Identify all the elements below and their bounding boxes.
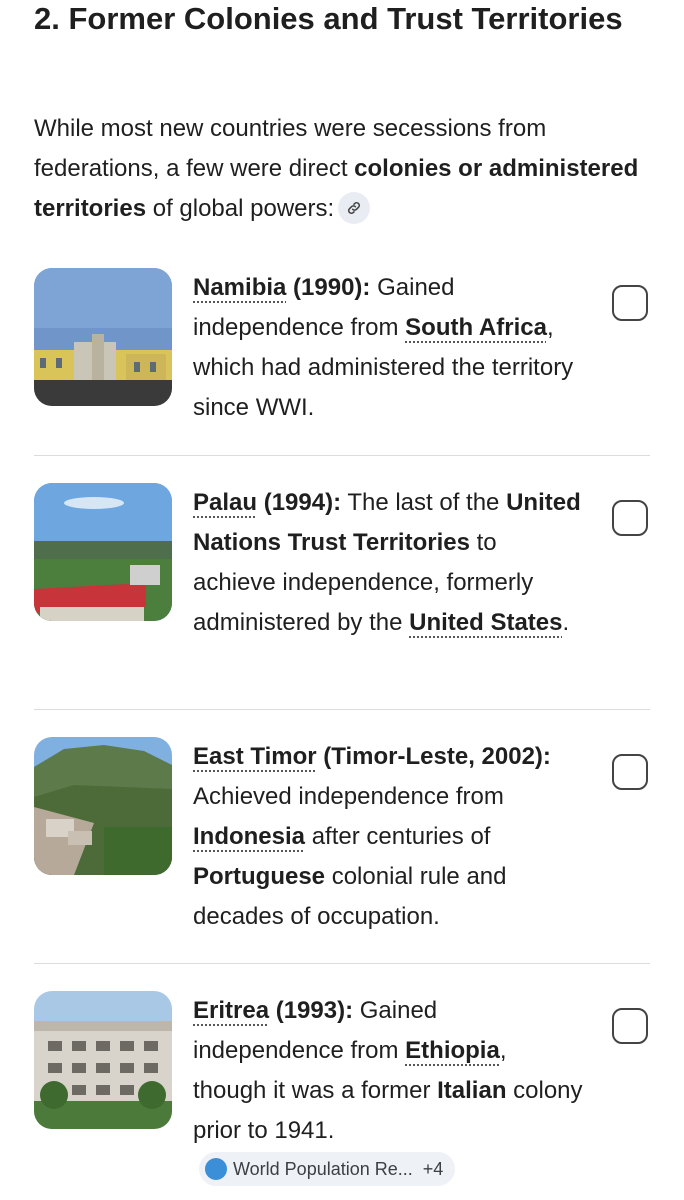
namibia-thumbnail[interactable] — [34, 268, 172, 406]
year-label: (1993): — [269, 997, 354, 1024]
more-sources-count: +4 — [422, 1158, 444, 1179]
source-label: World Population Re... — [233, 1158, 413, 1179]
globe-icon — [205, 1157, 227, 1180]
body-text: . — [562, 609, 570, 636]
entity-link-namibia[interactable]: Namibia — [193, 274, 286, 301]
year-label: (1994): — [257, 489, 342, 516]
namibia-text: Namibia (1990): Gained independence from… — [193, 268, 583, 428]
select-checkbox[interactable] — [612, 1008, 648, 1044]
list-item-palau: Palau (1994): The last of the United Nat… — [34, 483, 650, 693]
select-checkbox[interactable] — [612, 285, 648, 321]
section-title: 2. Former Colonies and Trust Territories — [34, 1, 623, 36]
divider — [34, 709, 650, 710]
body-text: The last of the — [341, 489, 507, 516]
source-chip[interactable]: World Population Re... +4 — [199, 1151, 456, 1186]
bold-term: Portuguese — [193, 863, 326, 890]
palau-text: Palau (1994): The last of the United Nat… — [193, 483, 583, 643]
eritrea-thumbnail[interactable] — [34, 991, 172, 1129]
bold-term: Italian — [437, 1077, 507, 1104]
eritrea-text: Eritrea (1993): Gained independence from… — [193, 991, 583, 1191]
palau-thumbnail[interactable] — [34, 483, 172, 621]
entity-link-united-states[interactable]: United States — [409, 609, 562, 636]
body-text: Achieved independence from — [193, 783, 504, 810]
entity-link-eritrea[interactable]: Eritrea — [193, 997, 269, 1024]
body-text: after centuries of — [305, 823, 491, 850]
select-checkbox[interactable] — [612, 754, 648, 790]
link-icon[interactable] — [338, 191, 371, 224]
select-checkbox[interactable] — [612, 500, 648, 536]
entity-link-ethiopia[interactable]: Ethiopia — [405, 1037, 500, 1064]
list-item-namibia: Namibia (1990): Gained independence from… — [34, 268, 650, 438]
entity-link-indonesia[interactable]: Indonesia — [193, 823, 305, 850]
entity-link-east-timor[interactable]: East Timor — [193, 743, 317, 770]
divider — [34, 963, 650, 964]
intro-text-end: of global powers: — [146, 195, 335, 222]
divider — [34, 455, 650, 456]
year-label: (1990): — [286, 274, 371, 301]
list-item-eritrea: Eritrea (1993): Gained independence from… — [34, 991, 650, 1200]
east-timor-thumbnail[interactable] — [34, 737, 172, 875]
entity-link-palau[interactable]: Palau — [193, 489, 257, 516]
year-label: (Timor-Leste, 2002): — [316, 743, 551, 770]
east-timor-text: East Timor (Timor-Leste, 2002): Achieved… — [193, 737, 583, 937]
intro-paragraph: While most new countries were secessions… — [34, 109, 644, 229]
list-item-east-timor: East Timor (Timor-Leste, 2002): Achieved… — [34, 737, 650, 947]
entity-link-south-africa[interactable]: South Africa — [405, 314, 547, 341]
